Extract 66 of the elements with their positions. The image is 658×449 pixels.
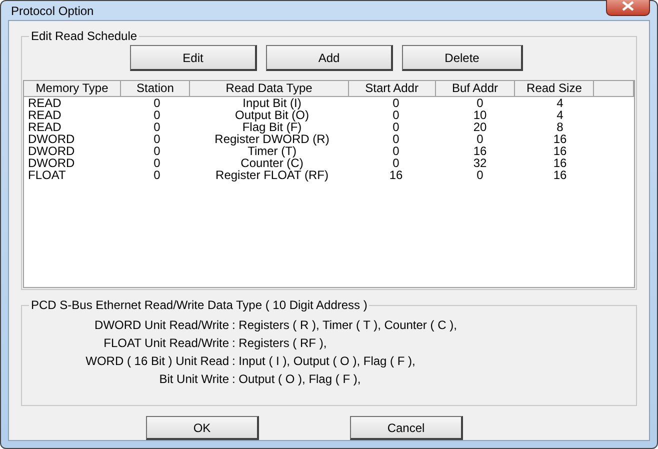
table-cell-text: 0 — [152, 109, 162, 121]
group-title: PCD S-Bus Ethernet Read/Write Data Type ( 10 Digit Address ) — [29, 298, 370, 312]
table-cell-text: 16 — [552, 145, 568, 157]
column-header[interactable]: Memory Type — [24, 81, 122, 96]
table-cell-text: 0 — [392, 121, 400, 133]
window-title: Protocol Option — [10, 4, 94, 18]
table-cell-text: READ — [27, 109, 62, 121]
info-value: : Input ( I ), Output ( O ), Flag ( F ), — [232, 354, 416, 368]
table-cell-text: 20 — [472, 121, 488, 133]
table-cell-text: 0 — [476, 97, 484, 109]
table-cell-text: 0 — [392, 133, 400, 145]
info-label: DWORD Unit Read/Write — [94, 318, 230, 332]
table-cell-text: Flag Bit (F) — [242, 121, 302, 133]
table-cell-text: DWORD — [27, 157, 76, 169]
group-title: Edit Read Schedule — [29, 29, 140, 43]
table-cell-text: 0 — [152, 157, 162, 169]
table-cell-text: 0 — [152, 121, 162, 133]
table-cell-text: 32 — [472, 157, 488, 169]
table-cell-text: 16 — [552, 169, 568, 181]
table-cell-text: 0 — [152, 169, 162, 181]
table-cell-text: 4 — [556, 109, 564, 121]
table-cell-text: 0 — [392, 97, 400, 109]
table-cell-text: 0 — [152, 145, 162, 157]
table-cell-text: Output Bit (O) — [234, 109, 310, 121]
table-cell-text: 8 — [556, 121, 564, 133]
close-icon — [622, 1, 634, 11]
table-cell-text: 16 — [552, 157, 568, 169]
table-cell-text: 0 — [152, 97, 162, 109]
table-cell-text: 10 — [472, 109, 488, 121]
info-value: : Output ( O ), Flag ( F ), — [232, 372, 362, 386]
table-cell-text: DWORD — [27, 145, 76, 157]
info-value: : Registers ( R ), Timer ( T ), Counter ( C ), — [232, 318, 458, 332]
table-cell-text: 0 — [476, 133, 484, 145]
info-value: : Registers ( RF ), — [232, 336, 328, 350]
table-cell-text: 16 — [472, 145, 488, 157]
action-button[interactable]: Delete — [402, 45, 523, 71]
column-header[interactable]: Start Addr — [348, 81, 436, 96]
table-cell-text: Input Bit (I) — [242, 97, 302, 109]
column-header[interactable]: Read Size — [515, 81, 594, 96]
info-label: Bit Unit Write — [158, 372, 230, 386]
table-cell-text: READ — [27, 121, 62, 133]
table-cell-text: 16 — [388, 169, 404, 181]
table-cell-text: Timer (T) — [248, 145, 298, 157]
table-cell-text: 0 — [392, 109, 400, 121]
table-cell-text: Counter (C) — [240, 157, 304, 169]
table-cell-text: 0 — [392, 157, 400, 169]
close-button[interactable] — [606, 0, 650, 16]
column-header[interactable]: Read Data Type — [190, 81, 349, 96]
action-button[interactable]: Add — [266, 45, 393, 71]
table-cell-text: READ — [27, 97, 62, 109]
dialog-button[interactable]: OK — [146, 416, 259, 440]
table-cell-text: 0 — [392, 145, 400, 157]
info-label: FLOAT Unit Read/Write — [102, 336, 230, 350]
table-cell-text: 16 — [552, 133, 568, 145]
table-cell-text: 0 — [152, 133, 162, 145]
action-button[interactable]: Edit — [130, 45, 257, 71]
info-label: WORD ( 16 Bit ) Unit Read — [84, 354, 230, 368]
table-cell-text: DWORD — [27, 133, 76, 145]
table-cell-text: 0 — [476, 169, 484, 181]
table-cell-text: 4 — [556, 97, 564, 109]
table-cell-text: Register FLOAT (RF) — [214, 169, 330, 181]
table-cell-text: FLOAT — [27, 169, 67, 181]
column-header[interactable]: Buf Addr — [436, 81, 516, 96]
column-header[interactable]: Station — [121, 81, 190, 96]
dialog-button[interactable]: Cancel — [350, 416, 463, 440]
table-cell-text: Register DWORD (R) — [214, 133, 330, 145]
